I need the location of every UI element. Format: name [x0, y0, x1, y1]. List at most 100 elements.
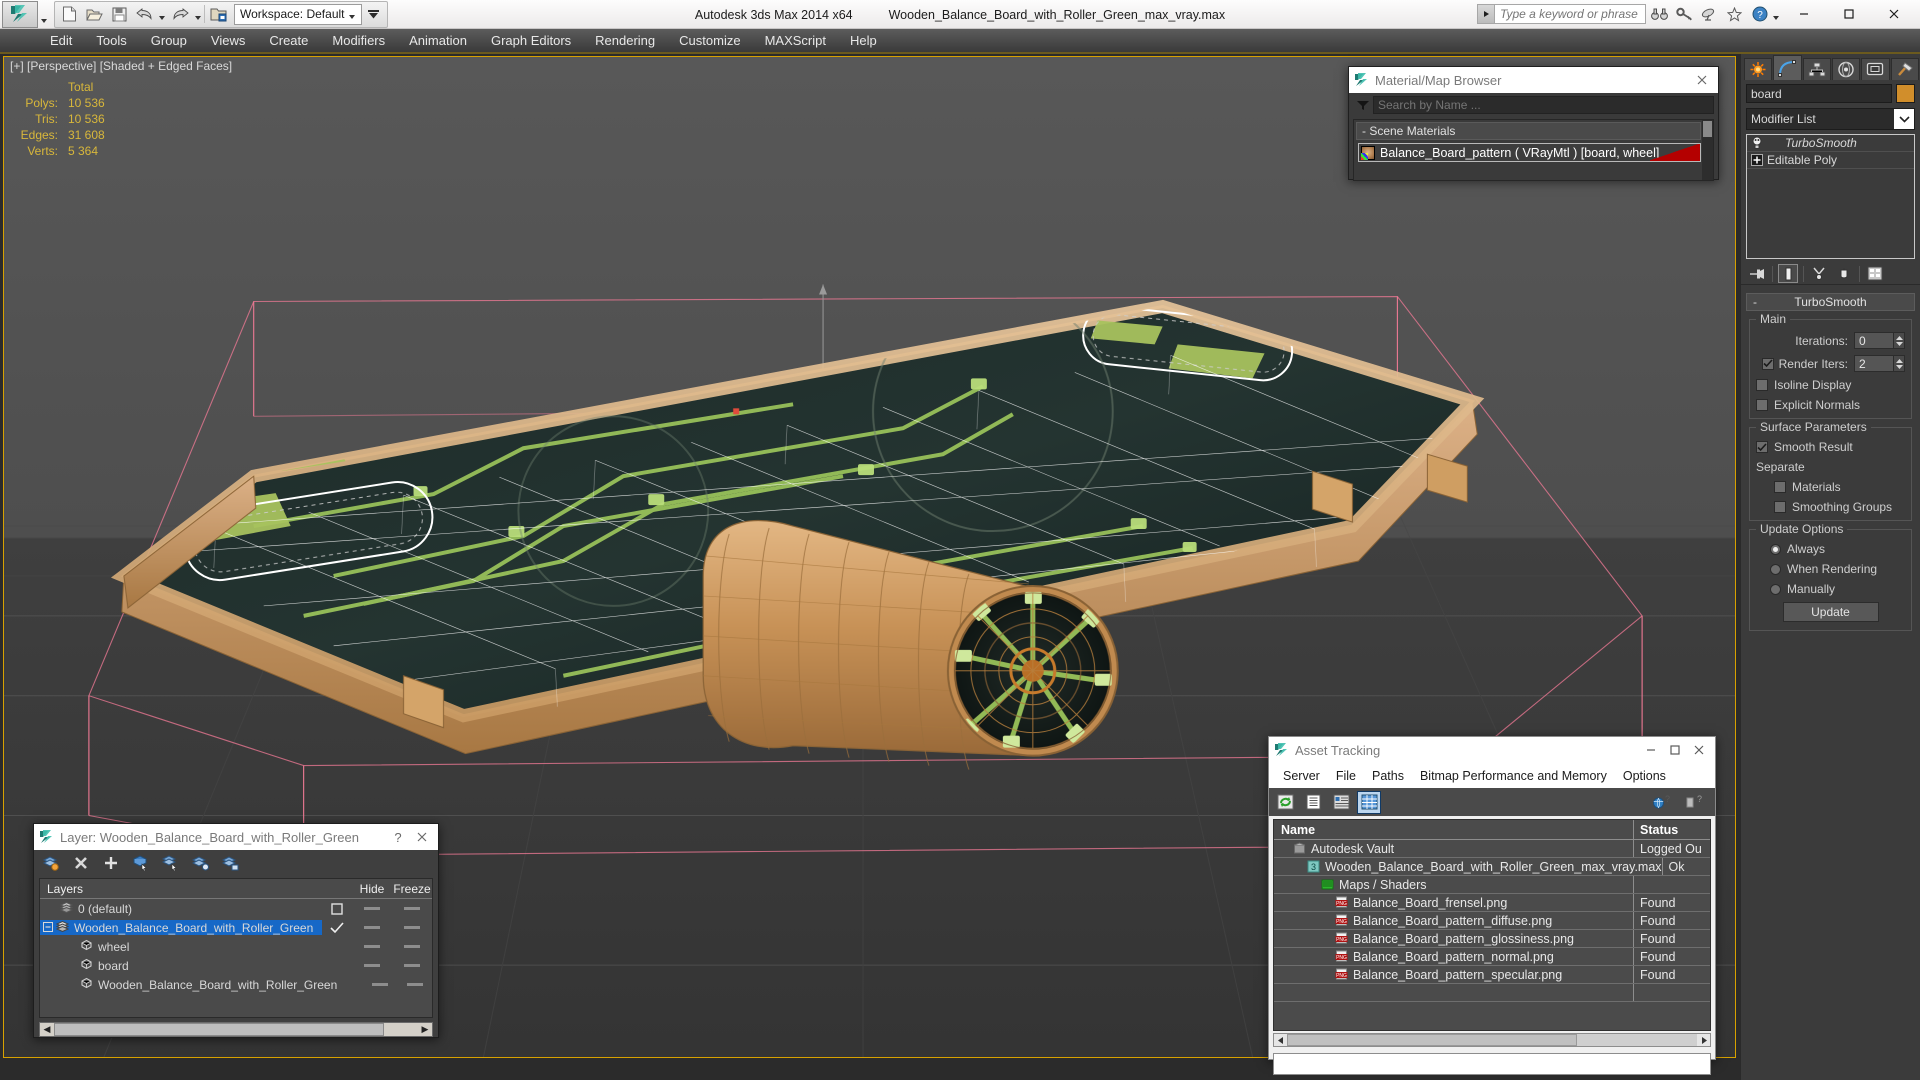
minimize-button[interactable] [1781, 0, 1826, 29]
search-arrow-icon[interactable] [1478, 5, 1495, 23]
help-globe-icon[interactable]: ? [1649, 791, 1673, 814]
update-when-rendering-radio[interactable] [1770, 563, 1781, 575]
set-project-folder-icon[interactable] [206, 3, 230, 26]
help-icon[interactable]: ? [1748, 3, 1771, 26]
layer-freeze-cell[interactable] [392, 907, 432, 910]
undo-icon[interactable] [132, 3, 156, 26]
render-iters-checkbox[interactable] [1761, 357, 1774, 370]
object-color-swatch[interactable] [1896, 84, 1915, 103]
redo-icon[interactable] [168, 3, 192, 26]
asset-close-button[interactable] [1687, 738, 1711, 762]
table-row[interactable]: PNG Balance_Board_pattern_normal.png Fou… [1274, 948, 1710, 966]
open-file-icon[interactable] [82, 3, 106, 26]
scroll-right-arrow-icon[interactable]: ▶ [418, 1023, 432, 1036]
scroll-thumb[interactable] [54, 1023, 384, 1036]
scroll-right-arrow-icon[interactable] [1697, 1034, 1710, 1046]
mmb-search-input[interactable] [1373, 96, 1714, 114]
separate-smoothing-groups-checkbox[interactable] [1774, 501, 1786, 513]
list-item[interactable]: Wooden_Balance_Board_with_Roller_Green [40, 975, 432, 994]
save-file-icon[interactable] [107, 3, 131, 26]
redo-dropdown-caret[interactable] [193, 3, 203, 26]
layer-col-hide[interactable]: Hide [352, 882, 392, 896]
spinner-arrows-icon[interactable] [1894, 332, 1905, 349]
viewport-label[interactable]: [+] [Perspective] [Shaded + Edged Faces] [10, 59, 232, 73]
update-manually-radio[interactable] [1770, 583, 1781, 595]
mmb-material-list[interactable]: - Scene Materials Balance_Board_pattern … [1353, 119, 1714, 181]
stack-item-turbosmooth[interactable]: TurboSmooth [1747, 135, 1914, 152]
show-end-result-icon[interactable] [1778, 264, 1798, 283]
separate-smoothing-groups-row[interactable]: Smoothing Groups [1774, 500, 1905, 514]
menu-item-edit[interactable]: Edit [38, 30, 84, 51]
layer-col-freeze[interactable]: Freeze [392, 882, 432, 896]
mmb-scrollbar[interactable] [1702, 120, 1713, 180]
layer-dialog[interactable]: Layer: Wooden_Balance_Board_with_Roller_… [33, 823, 439, 1038]
material-map-browser-dialog[interactable]: Material/Map Browser - Scene Materials B… [1348, 66, 1719, 181]
menu-item-maxscript[interactable]: MAXScript [753, 30, 838, 51]
refresh-icon[interactable] [1273, 791, 1297, 814]
layer-hide-cell[interactable] [363, 983, 397, 986]
rollout-header[interactable]: - TurboSmooth [1746, 293, 1915, 311]
scroll-thumb[interactable] [1287, 1034, 1577, 1046]
asset-table[interactable]: Name Status Autodesk Vault Logged Ou 3 W… [1273, 819, 1711, 1031]
asset-menu-bitmap[interactable]: Bitmap Performance and Memory [1412, 766, 1615, 786]
iterations-value[interactable]: 0 [1854, 332, 1894, 349]
layer-freeze-cell[interactable] [392, 926, 432, 929]
update-always-radio[interactable] [1770, 543, 1781, 555]
scroll-left-arrow-icon[interactable] [1274, 1034, 1287, 1046]
render-iters-value[interactable]: 2 [1854, 355, 1894, 372]
table-row[interactable]: PNG Balance_Board_pattern_glossiness.png… [1274, 930, 1710, 948]
layer-close-button[interactable] [410, 825, 434, 849]
add-selection-to-layer-icon[interactable] [101, 853, 121, 873]
display-tab[interactable] [1861, 58, 1890, 80]
update-always-row[interactable]: Always [1770, 542, 1905, 556]
layer-hide-cell[interactable] [352, 945, 392, 948]
help-question-icon[interactable]: ? [1681, 791, 1705, 814]
help-dropdown-caret[interactable] [1771, 3, 1781, 26]
app-logo-button[interactable] [2, 0, 38, 28]
close-button[interactable] [1871, 0, 1916, 29]
layer-hide-cell[interactable] [352, 926, 392, 929]
layer-table[interactable]: Layers Hide Freeze 0 (default) Wooden_Ba… [39, 878, 433, 1018]
star-icon[interactable] [1723, 3, 1746, 26]
isoline-display-row[interactable]: Isoline Display [1756, 378, 1905, 392]
maximize-button[interactable] [1826, 0, 1871, 29]
delete-layer-icon[interactable] [71, 853, 91, 873]
workspace-caret-icon[interactable] [345, 5, 359, 24]
list-item[interactable]: wheel [40, 937, 432, 956]
stack-item-editable-poly[interactable]: Editable Poly [1747, 152, 1914, 169]
mmb-title-bar[interactable]: Material/Map Browser [1349, 67, 1718, 93]
asset-menu-options[interactable]: Options [1615, 766, 1674, 786]
key-icon[interactable] [1673, 3, 1696, 26]
layer-col-layers[interactable]: Layers [40, 882, 322, 896]
iterations-spinner[interactable]: 0 [1854, 332, 1905, 349]
list-view-icon[interactable] [1301, 791, 1325, 814]
table-row[interactable]: Maps / Shaders [1274, 876, 1710, 894]
lightbulb-icon[interactable] [1747, 136, 1767, 150]
table-row[interactable]: PNG Balance_Board_frensel.png Found [1274, 894, 1710, 912]
menu-item-modifiers[interactable]: Modifiers [320, 30, 397, 51]
satellite-dish-icon[interactable] [1698, 3, 1721, 26]
layer-hide-cell[interactable] [352, 964, 392, 967]
asset-menu-file[interactable]: File [1328, 766, 1364, 786]
mmb-close-button[interactable] [1690, 68, 1714, 92]
undo-dropdown-caret[interactable] [157, 3, 167, 26]
table-row[interactable]: PNG Balance_Board_pattern_specular.png F… [1274, 966, 1710, 984]
modifier-stack[interactable]: TurboSmooth Editable Poly [1746, 134, 1915, 259]
expand-collapse-icon[interactable] [43, 921, 53, 935]
asset-minimize-button[interactable] [1639, 738, 1663, 762]
table-row[interactable]: PNG Balance_Board_pattern_diffuse.png Fo… [1274, 912, 1710, 930]
asset-title-bar[interactable]: Asset Tracking [1269, 737, 1715, 763]
smooth-result-checkbox[interactable] [1756, 441, 1768, 453]
layer-freeze-cell[interactable] [392, 964, 432, 967]
isoline-display-checkbox[interactable] [1756, 379, 1768, 391]
mmb-group-scene-materials[interactable]: - Scene Materials [1356, 122, 1701, 140]
explicit-normals-row[interactable]: Explicit Normals [1756, 398, 1905, 412]
menu-item-views[interactable]: Views [199, 30, 257, 51]
render-iters-spinner[interactable]: 2 [1854, 355, 1905, 372]
mmb-material-item[interactable]: Balance_Board_pattern ( VRayMtl ) [board… [1358, 143, 1701, 162]
binoculars-icon[interactable] [1648, 3, 1671, 26]
chevron-down-icon[interactable] [1894, 109, 1914, 129]
layer-hide-cell[interactable] [352, 907, 392, 910]
update-manually-row[interactable]: Manually [1770, 582, 1905, 596]
asset-horizontal-scrollbar[interactable] [1273, 1033, 1711, 1047]
